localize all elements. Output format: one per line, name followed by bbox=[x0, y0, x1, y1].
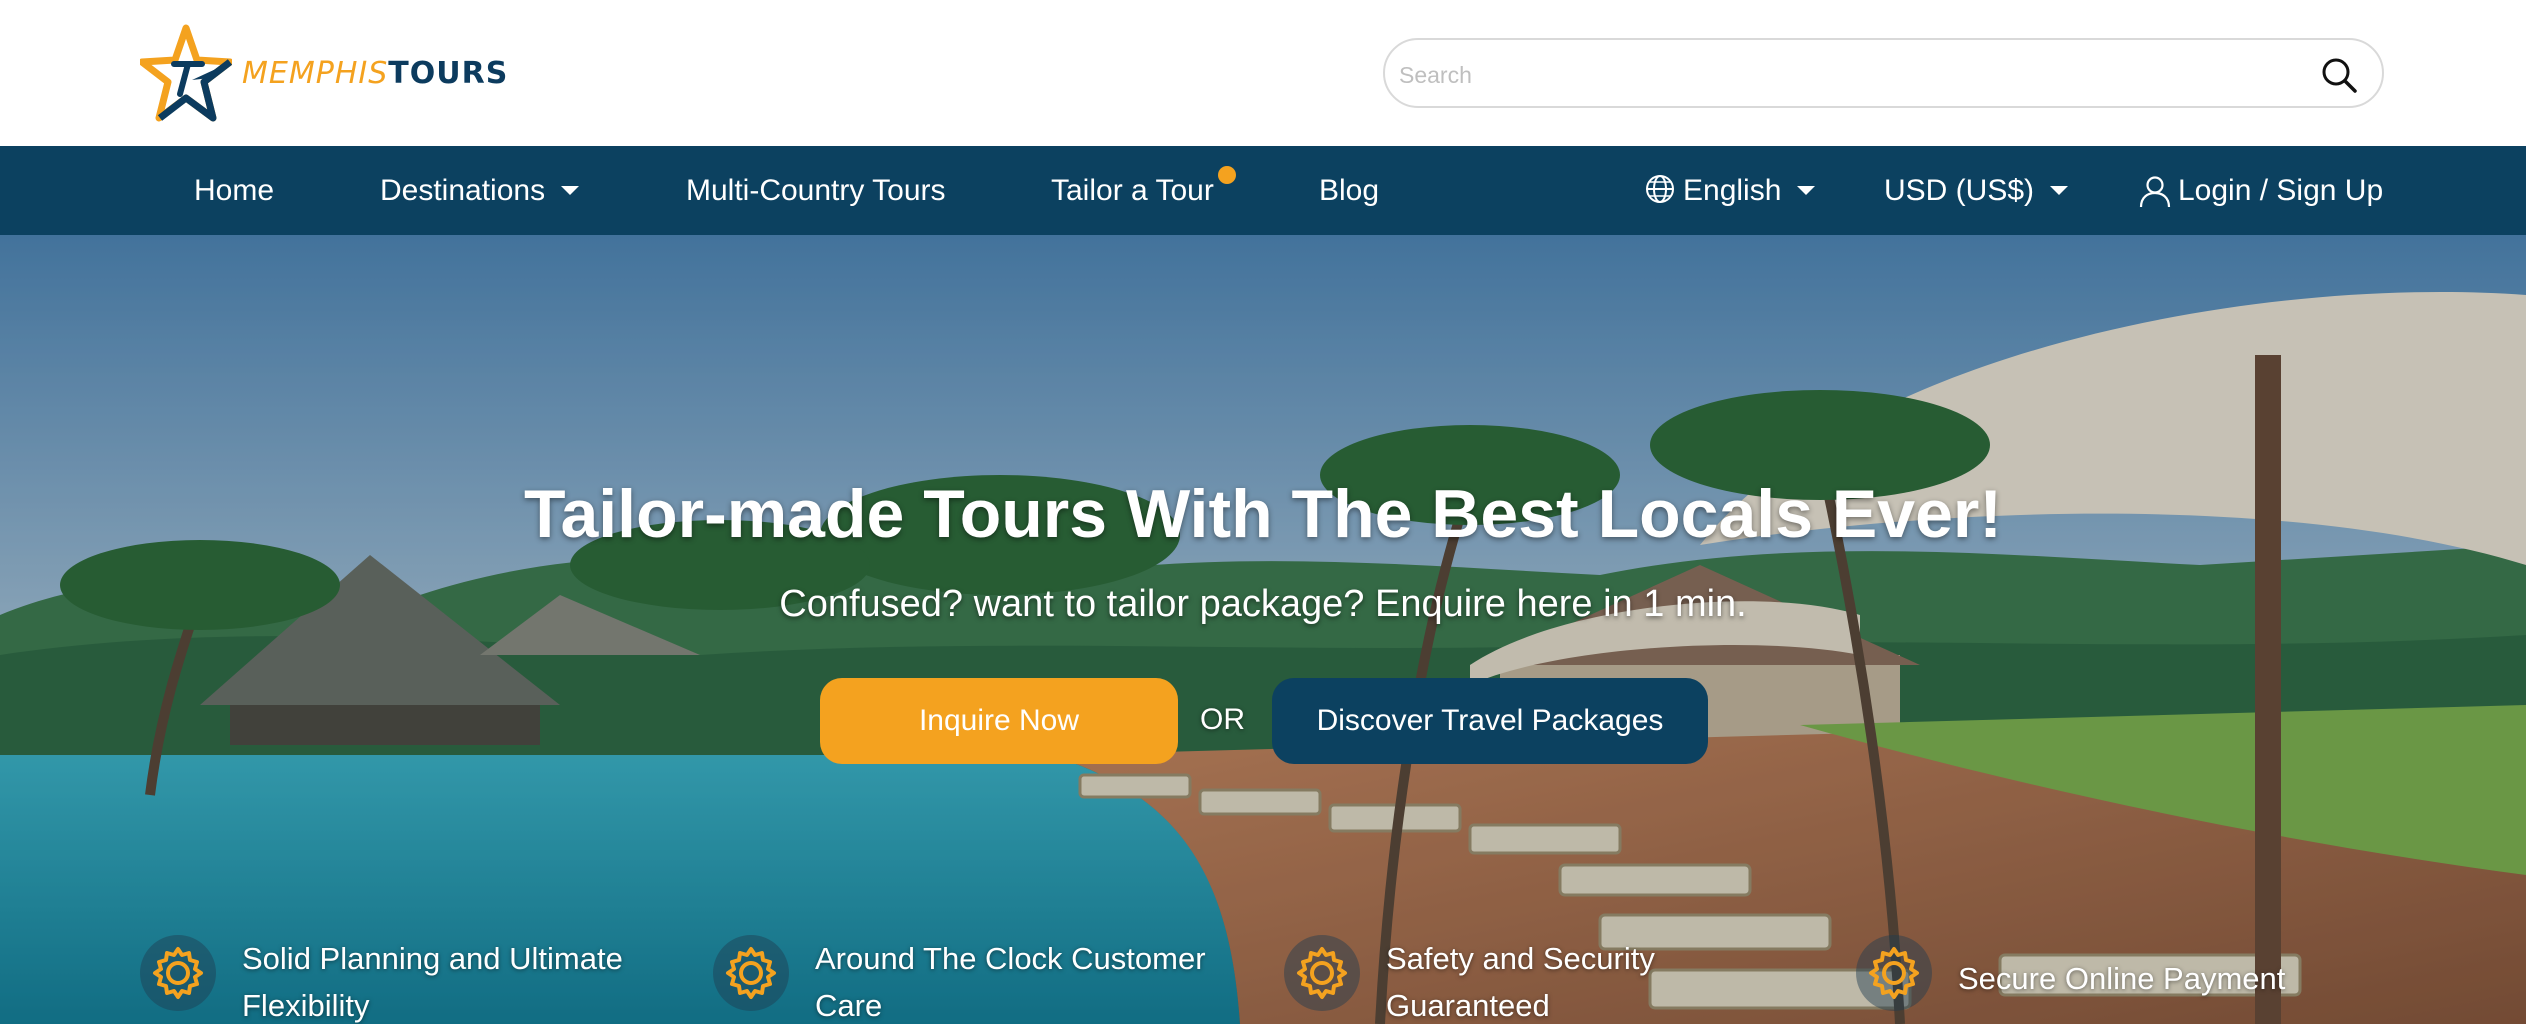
main-nav: Home Destinations Multi-Country Tours Ta… bbox=[0, 146, 2526, 235]
feature-solid-planning: Solid Planning and Ultimate Flexibility bbox=[140, 935, 623, 1024]
feature-line1: Solid Planning and Ultimate bbox=[242, 941, 623, 976]
feature-customer-care: Around The Clock Customer Care bbox=[713, 935, 1206, 1024]
new-badge-dot bbox=[1218, 166, 1236, 184]
site-header: MEMPHISTOURS bbox=[0, 0, 2526, 146]
search-icon[interactable] bbox=[2318, 54, 2360, 96]
nav-item-multi-country-tours[interactable]: Multi-Country Tours bbox=[686, 146, 946, 235]
search-input[interactable] bbox=[1399, 54, 2279, 96]
gear-icon bbox=[140, 935, 216, 1011]
hero-subtitle: Confused? want to tailor package? Enquir… bbox=[779, 583, 1747, 625]
hero-banner: Tailor-made Tours With The Best Locals E… bbox=[0, 235, 2526, 1024]
search-box bbox=[1383, 38, 2384, 108]
nav-item-label: Destinations bbox=[380, 173, 546, 207]
hero-title: Tailor-made Tours With The Best Locals E… bbox=[523, 476, 2003, 552]
gear-icon bbox=[1284, 935, 1360, 1011]
inquire-now-button[interactable]: Inquire Now bbox=[820, 678, 1178, 764]
nav-item-destinations[interactable]: Destinations bbox=[380, 146, 580, 235]
chevron-down-icon bbox=[2050, 186, 2069, 195]
login-signup-link[interactable]: Login / Sign Up bbox=[2138, 146, 2383, 235]
discover-travel-packages-button[interactable]: Discover Travel Packages bbox=[1272, 678, 1708, 764]
site-logo[interactable]: MEMPHISTOURS bbox=[140, 24, 508, 124]
feature-line2: Guaranteed bbox=[1386, 988, 1550, 1023]
chevron-down-icon bbox=[561, 186, 580, 195]
feature-line1: Secure Online Payment bbox=[1958, 961, 2286, 996]
currency-label: USD (US$) bbox=[1884, 173, 2035, 207]
star-logo-icon bbox=[140, 24, 232, 122]
nav-item-tailor-a-tour[interactable]: Tailor a Tour bbox=[1051, 146, 1214, 235]
feature-text: Safety and Security Guaranteed bbox=[1386, 935, 1655, 1024]
feature-line2: Flexibility bbox=[242, 988, 370, 1023]
nav-item-label: Multi-Country Tours bbox=[686, 173, 946, 207]
feature-text: Solid Planning and Ultimate Flexibility bbox=[242, 935, 623, 1024]
feature-line1: Around The Clock Customer bbox=[815, 941, 1206, 976]
feature-secure-payment: Secure Online Payment bbox=[1856, 935, 2285, 1024]
nav-item-blog[interactable]: Blog bbox=[1319, 146, 1379, 235]
gear-icon bbox=[713, 935, 789, 1011]
user-icon bbox=[2139, 175, 2171, 207]
currency-selector[interactable]: USD (US$) bbox=[1884, 146, 2069, 235]
logo-wordmark: MEMPHISTOURS bbox=[242, 59, 508, 89]
language-selector[interactable]: English bbox=[1643, 146, 1816, 235]
feature-safety-security: Safety and Security Guaranteed bbox=[1284, 935, 1655, 1024]
or-separator: OR bbox=[1200, 703, 1245, 736]
language-label: English bbox=[1683, 173, 1782, 207]
nav-item-home[interactable]: Home bbox=[194, 146, 274, 235]
nav-item-label: Blog bbox=[1319, 173, 1380, 207]
feature-text: Secure Online Payment bbox=[1958, 955, 2285, 1002]
feature-line2: Care bbox=[815, 988, 883, 1023]
globe-icon bbox=[1646, 174, 1674, 203]
nav-item-label: Tailor a Tour bbox=[1051, 173, 1214, 207]
logo-word-tours: TOURS bbox=[388, 56, 509, 91]
feature-line1: Safety and Security bbox=[1386, 941, 1655, 976]
feature-text: Around The Clock Customer Care bbox=[815, 935, 1206, 1024]
chevron-down-icon bbox=[1797, 186, 1816, 195]
hero-dim-overlay bbox=[0, 235, 2526, 1024]
nav-item-label: Home bbox=[194, 173, 275, 207]
logo-word-memphis: MEMPHIS bbox=[242, 56, 389, 91]
gear-icon bbox=[1856, 935, 1932, 1011]
login-label: Login / Sign Up bbox=[2178, 173, 2384, 207]
